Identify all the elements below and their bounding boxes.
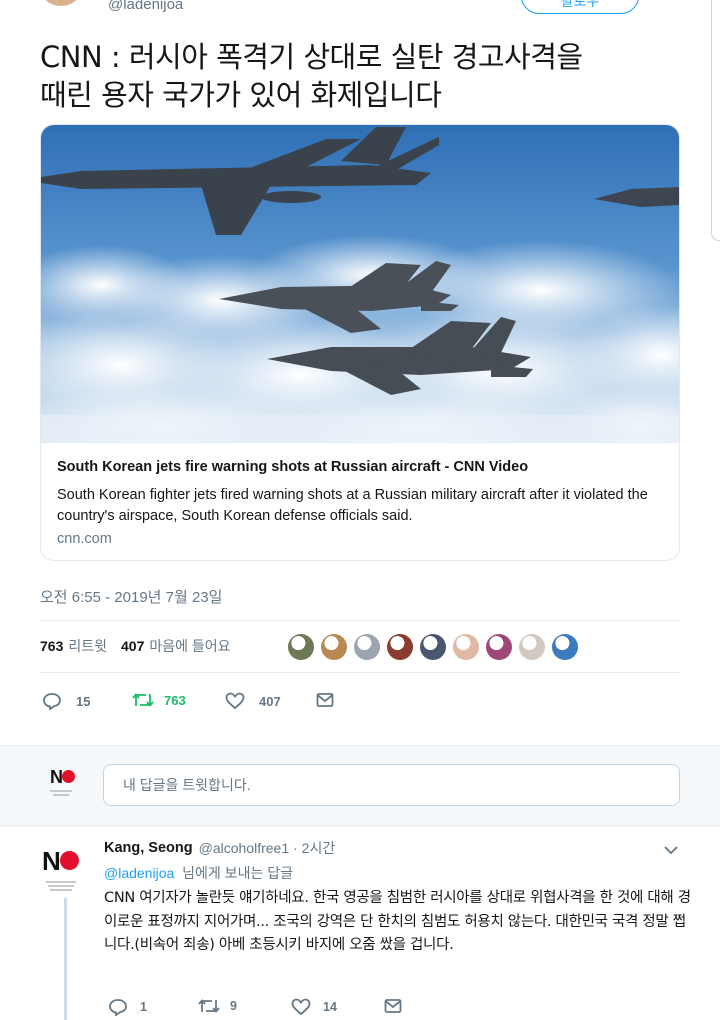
reply-like-action[interactable]: 14 [291, 998, 337, 1016]
envelope-icon [384, 999, 402, 1013]
like-count: 407 [259, 693, 281, 709]
divider [40, 620, 680, 621]
scrollbar[interactable] [711, 0, 720, 241]
reply-icon [43, 693, 61, 710]
retweets-stat[interactable]: 763 리트윗 [40, 636, 107, 656]
retweet-icon [132, 693, 154, 707]
author-handle[interactable]: @ladenijoa [108, 0, 183, 13]
avatar-car-icon[interactable] [387, 634, 413, 660]
avatar-anime-icon[interactable] [453, 634, 479, 660]
envelope-icon [316, 693, 334, 707]
divider [40, 672, 680, 673]
avatar-landscape-icon[interactable] [552, 634, 578, 660]
reply-icon [109, 999, 127, 1016]
like-action[interactable]: 407 [225, 692, 281, 710]
heart-icon [291, 998, 311, 1016]
avatar-photo-icon[interactable] [420, 634, 446, 660]
tweet-text-line1: CNN : 러시아 폭격기 상대로 실탄 경고사격을 [40, 40, 583, 74]
chevron-down-icon[interactable] [664, 846, 678, 855]
follow-label: 팔로우 [560, 0, 600, 9]
reply-author-handle[interactable]: @alcoholfree1 [199, 840, 290, 856]
follow-button[interactable]: 팔로우 [521, 0, 639, 14]
card-description: South Korean fighter jets fired warning … [57, 487, 648, 524]
link-card[interactable]: South Korean jets fire warning shots at … [40, 124, 680, 561]
reply-to-line: @ladenijoa 님에게 보내는 답글 [104, 863, 293, 883]
likes-label: 마음에 들어요 [149, 638, 231, 654]
retweet-count: 763 [164, 692, 186, 708]
reply-to-handle[interactable]: @ladenijoa [104, 865, 174, 881]
reply-retweet-action[interactable]: 9 [198, 998, 237, 1014]
heart-icon [225, 692, 245, 710]
card-title[interactable]: South Korean jets fire warning shots at … [57, 459, 528, 475]
reply-input-placeholder: 내 답글을 트윗합니다. [123, 777, 251, 793]
card-domain: cnn.com [57, 531, 112, 547]
author-avatar[interactable] [38, 0, 84, 6]
avatar-plant-icon[interactable] [288, 634, 314, 660]
reply-reply-count: 1 [140, 1000, 147, 1014]
reply-retweet-count: 9 [230, 999, 237, 1013]
reply-time[interactable]: · 2시간 [293, 838, 335, 858]
reply-dm-action[interactable] [384, 998, 402, 1014]
avatar-default-icon[interactable] [354, 634, 380, 660]
tweet-timestamp[interactable]: 오전 6:55 - 2019년 7월 23일 [40, 586, 222, 607]
reply-body: CNN 여기자가 놀란듯 얘기하네요. 한국 영공을 침범한 러시아를 상대로 … [104, 890, 691, 953]
section-divider [0, 825, 720, 826]
reply-reply-action[interactable]: 1 [108, 998, 147, 1016]
likes-stat[interactable]: 407 마음에 들어요 [121, 636, 231, 656]
retweet-icon [198, 999, 220, 1013]
tweet-text: CNN : 러시아 폭격기 상대로 실탄 경고사격을 때린 용자 국가가 있어 … [40, 38, 690, 114]
reply-author-name[interactable]: Kang, Seong [104, 840, 193, 856]
retweet-action[interactable]: 763 [132, 692, 186, 708]
engagement-stats: 763 리트윗 407 마음에 들어요 [40, 636, 231, 656]
avatar-cat-white-icon[interactable] [519, 634, 545, 660]
card-image [41, 125, 679, 443]
reply-author-avatar-no-logo[interactable]: N [42, 846, 79, 891]
avatar-flower-icon[interactable] [486, 634, 512, 660]
reply-like-count: 14 [323, 1000, 337, 1014]
own-avatar-no-logo[interactable]: N [50, 767, 75, 796]
avatar-cat-icon[interactable] [321, 634, 347, 660]
reply-count: 15 [76, 693, 91, 709]
dm-action[interactable] [316, 692, 334, 708]
reply-to-suffix: 님에게 보내는 답글 [182, 865, 293, 881]
retweets-label: 리트윗 [68, 638, 107, 654]
reply-header: Kang, Seong @alcoholfree1 · 2시간 [104, 838, 335, 858]
thread-line [64, 898, 67, 1020]
tweet-text-line2: 때린 용자 국가가 있어 화제입니다 [40, 78, 442, 112]
likes-count: 407 [121, 638, 145, 654]
reply-action[interactable]: 15 [42, 692, 90, 710]
retweets-count: 763 [40, 638, 64, 654]
reply-input[interactable]: 내 답글을 트윗합니다. [103, 764, 680, 806]
